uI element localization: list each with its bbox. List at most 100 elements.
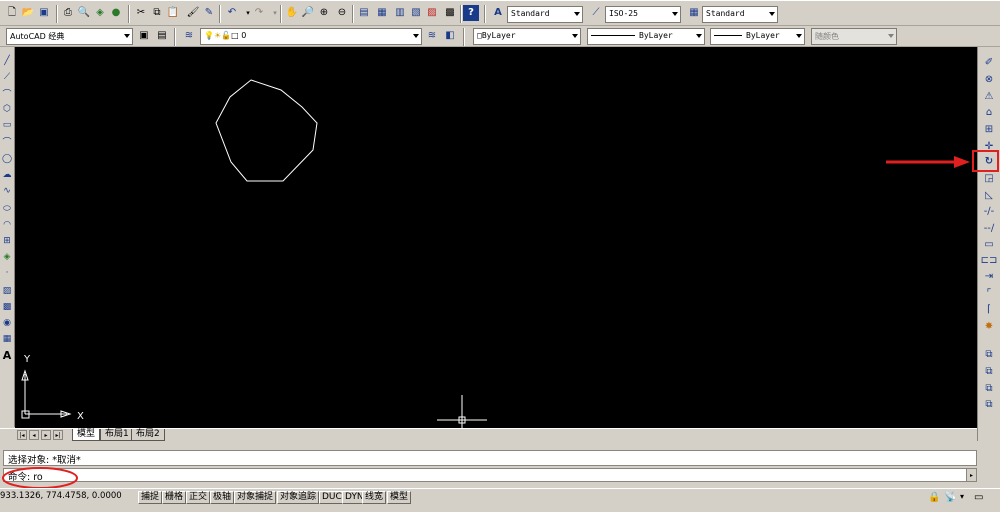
spline-icon[interactable]: ∿ bbox=[1, 185, 13, 197]
3d-publish-icon[interactable]: ● bbox=[108, 5, 124, 21]
array-icon[interactable]: ⊞ bbox=[982, 122, 996, 136]
block-editor-icon[interactable]: ✎ bbox=[201, 5, 217, 21]
zoom-realtime-icon[interactable]: 🔎 bbox=[300, 5, 316, 21]
fillet-icon[interactable]: ⌈ bbox=[982, 302, 996, 316]
layer-manager-icon[interactable]: ≋ bbox=[181, 28, 197, 44]
layer-select[interactable]: 💡☀🔓□ 0 bbox=[200, 28, 422, 45]
tab-model[interactable]: 模型 bbox=[72, 429, 101, 441]
lineweight-toggle[interactable]: 线宽 bbox=[362, 491, 387, 504]
rectangle-icon[interactable]: ▭ bbox=[1, 119, 13, 131]
scale-icon[interactable]: ◲ bbox=[982, 171, 996, 185]
polygon-icon[interactable]: ⬡ bbox=[1, 103, 13, 115]
open-icon[interactable]: 📂 bbox=[20, 5, 36, 21]
tab-layout2[interactable]: 布局2 bbox=[131, 429, 165, 441]
polyline-icon[interactable]: ⌒ bbox=[1, 87, 13, 100]
send-under-icon[interactable]: ⧉ bbox=[982, 397, 996, 411]
last-tab-icon[interactable]: ▸| bbox=[53, 430, 63, 440]
command-scroll-right-icon[interactable]: ▸ bbox=[966, 469, 976, 481]
ellipse-icon[interactable]: ⬭ bbox=[1, 203, 13, 215]
next-tab-icon[interactable]: ▸ bbox=[41, 430, 51, 440]
send-back-icon[interactable]: ⧉ bbox=[982, 364, 996, 378]
crosshair-cursor bbox=[437, 395, 487, 428]
offset-icon[interactable]: ⌂ bbox=[982, 105, 996, 119]
copy-object-icon[interactable]: ⊗ bbox=[982, 72, 996, 86]
ortho-toggle[interactable]: 正交 bbox=[186, 491, 211, 504]
workspace-save-icon[interactable]: ▤ bbox=[154, 28, 170, 44]
point-icon[interactable]: · bbox=[1, 267, 13, 279]
calculator-icon[interactable]: ▩ bbox=[442, 5, 458, 21]
clean-screen-icon[interactable]: ▭ bbox=[974, 492, 983, 503]
print-icon[interactable]: ⎙ bbox=[60, 5, 76, 21]
join-icon[interactable]: ⇥ bbox=[982, 269, 996, 283]
tab-layout1[interactable]: 布局1 bbox=[100, 429, 134, 441]
mirror-icon[interactable]: ⚠ bbox=[982, 89, 996, 103]
model-toggle[interactable]: 模型 bbox=[387, 491, 412, 504]
region-icon[interactable]: ◉ bbox=[1, 317, 13, 329]
extend-icon[interactable]: --∕ bbox=[982, 221, 996, 235]
line-icon[interactable]: ╱ bbox=[1, 55, 13, 67]
make-current-layer-icon[interactable]: ≋ bbox=[424, 28, 440, 44]
construction-line-icon[interactable]: ⟋ bbox=[1, 71, 13, 83]
make-block-icon[interactable]: ◈ bbox=[1, 251, 13, 263]
hatch-icon[interactable]: ▨ bbox=[1, 285, 13, 297]
insert-block-icon[interactable]: ⊞ bbox=[1, 235, 13, 247]
comm-center-icon[interactable]: 📡 bbox=[944, 492, 956, 503]
new-icon[interactable]: 🗋 bbox=[4, 5, 20, 21]
bring-above-icon[interactable]: ⧉ bbox=[982, 381, 996, 395]
publish-icon[interactable]: ◈ bbox=[92, 5, 108, 21]
workspace-select[interactable]: AutoCAD 经典 bbox=[6, 28, 133, 45]
chamfer-icon[interactable]: ⌜ bbox=[982, 286, 996, 300]
match-prop-icon[interactable]: 🖌 bbox=[185, 5, 201, 21]
linetype-select[interactable]: ByLayer bbox=[587, 28, 705, 45]
redo-icon[interactable]: ↷ bbox=[251, 5, 267, 21]
arc-icon[interactable]: ⌒ bbox=[1, 135, 13, 148]
sheet-set-icon[interactable]: ▧ bbox=[408, 5, 424, 21]
lineweight-select[interactable]: ByLayer bbox=[710, 28, 805, 45]
gradient-icon[interactable]: ▩ bbox=[1, 301, 13, 313]
save-icon[interactable]: ▣ bbox=[36, 5, 52, 21]
prev-tab-icon[interactable]: ◂ bbox=[29, 430, 39, 440]
polar-toggle[interactable]: 极轴 bbox=[210, 491, 235, 504]
preview-icon[interactable]: 🔍 bbox=[76, 5, 92, 21]
stretch-icon[interactable]: ◺ bbox=[982, 188, 996, 202]
circle-icon[interactable]: ◯ bbox=[1, 153, 13, 165]
text-style-select[interactable]: Standard bbox=[507, 6, 583, 23]
cut-icon[interactable]: ✂ bbox=[133, 5, 149, 21]
pan-icon[interactable]: ✋ bbox=[284, 5, 300, 21]
first-tab-icon[interactable]: |◂ bbox=[17, 430, 27, 440]
status-menu-icon[interactable]: ▾ bbox=[960, 492, 964, 501]
drawing-area[interactable]: Y X bbox=[15, 47, 977, 428]
properties-icon[interactable]: ▤ bbox=[356, 5, 372, 21]
bring-front-icon[interactable]: ⧉ bbox=[982, 347, 996, 361]
ellipse-arc-icon[interactable]: ◠ bbox=[1, 219, 13, 231]
workspace-settings-icon[interactable]: ▣ bbox=[136, 28, 152, 44]
lock-icon[interactable]: 🔒 bbox=[928, 492, 940, 503]
erase-icon[interactable]: ✐ bbox=[982, 55, 996, 69]
zoom-window-icon[interactable]: ⊕ bbox=[316, 5, 332, 21]
trim-icon[interactable]: -∕- bbox=[982, 204, 996, 218]
osnap-toggle[interactable]: 对象捕捉 bbox=[234, 491, 277, 504]
layer-previous-icon[interactable]: ◧ bbox=[442, 28, 458, 44]
grid-toggle[interactable]: 栅格 bbox=[162, 491, 187, 504]
markup-icon[interactable]: ▨ bbox=[424, 5, 440, 21]
zoom-previous-icon[interactable]: ⊖ bbox=[334, 5, 350, 21]
explode-icon[interactable]: ✸ bbox=[982, 319, 996, 333]
nonagon-shape[interactable] bbox=[215, 79, 318, 182]
design-center-icon[interactable]: ▦ bbox=[374, 5, 390, 21]
table-style-select[interactable]: Standard bbox=[702, 6, 778, 23]
command-input[interactable]: 命令: ro bbox=[3, 468, 977, 483]
paste-icon[interactable]: 📋 bbox=[165, 5, 181, 21]
multiline-text-icon[interactable]: A bbox=[1, 349, 13, 362]
undo-icon[interactable]: ↶ bbox=[224, 5, 240, 21]
otrack-toggle[interactable]: 对象追踪 bbox=[277, 491, 320, 504]
dim-style-select[interactable]: ISO-25 bbox=[605, 6, 681, 23]
snap-toggle[interactable]: 捕捉 bbox=[138, 491, 163, 504]
copy-icon[interactable]: ⧉ bbox=[149, 5, 165, 21]
color-select[interactable]: □ByLayer bbox=[473, 28, 581, 45]
revision-cloud-icon[interactable]: ☁ bbox=[1, 169, 13, 181]
break-at-point-icon[interactable]: ▭ bbox=[982, 237, 996, 251]
tool-palettes-icon[interactable]: ▥ bbox=[392, 5, 408, 21]
help-icon[interactable]: ? bbox=[463, 5, 479, 21]
break-icon[interactable]: ⊏⊐ bbox=[981, 253, 998, 267]
table-icon[interactable]: ▦ bbox=[1, 333, 13, 345]
